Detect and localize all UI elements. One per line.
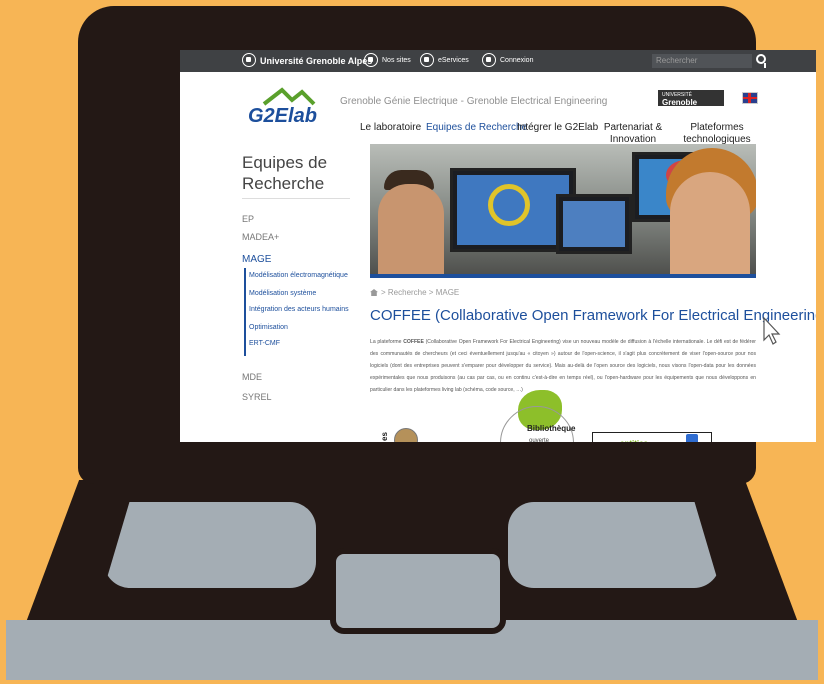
- diagram-center-label: Bibliothèque: [527, 424, 576, 433]
- mouse-cursor-icon: [763, 316, 781, 345]
- breadcrumb: > Recherche > MAGE: [370, 288, 459, 297]
- nav-laboratoire[interactable]: Le laboratoire: [360, 122, 421, 134]
- sidebar-sub-humains[interactable]: Intégration des acteurs humains: [249, 306, 349, 313]
- top-bar: Université Grenoble Alpes Nos sites eSer…: [180, 50, 816, 72]
- english-flag-icon[interactable]: [742, 92, 758, 104]
- nav-integrer[interactable]: Intégrer le G2Elab: [517, 122, 598, 134]
- laptop-touchpad: [330, 548, 506, 634]
- laptop-in-photo: [556, 194, 632, 254]
- sidebar-item-syrel[interactable]: SYREL: [242, 392, 272, 402]
- page-body-text: La plateforme COFFEE (Collaborative Open…: [370, 336, 756, 396]
- home-icon[interactable]: [370, 289, 378, 296]
- laptop-key-left: [104, 502, 316, 588]
- sidebar-sub-systeme[interactable]: Modélisation système: [249, 290, 316, 297]
- browser-screen: Université Grenoble Alpes Nos sites eSer…: [180, 50, 816, 442]
- diagram-right-icon: [686, 434, 698, 442]
- university-link[interactable]: Université Grenoble Alpes: [260, 50, 372, 72]
- breadcrumb-text[interactable]: > Recherche > MAGE: [381, 288, 459, 297]
- person-left: [378, 184, 444, 278]
- search-input[interactable]: Rechercher: [652, 54, 752, 68]
- sidebar-item-mage[interactable]: MAGE: [242, 254, 271, 265]
- sidebar-divider: [242, 198, 350, 199]
- search-icon[interactable]: [756, 54, 766, 68]
- sidebar-title: Equipes de Recherche: [242, 153, 328, 193]
- diagram-right-label: entities: [620, 439, 648, 442]
- body-bold: COFFEE: [403, 339, 424, 345]
- sidebar-active-indicator: [244, 268, 246, 356]
- sidebar-item-madea[interactable]: MADEA+: [242, 232, 279, 242]
- laptop-lid: Université Grenoble Alpes Nos sites eSer…: [78, 6, 816, 484]
- services-icon[interactable]: [420, 53, 434, 67]
- logo-text: G2Elab: [248, 105, 317, 127]
- services-menu[interactable]: eServices: [438, 50, 469, 72]
- sidebar-item-mde[interactable]: MDE: [242, 372, 262, 382]
- body-pre: La plateforme: [370, 339, 404, 345]
- diagram-left-label: es: [379, 432, 389, 441]
- body-post: (Collaborative Open Framework For Electr…: [370, 339, 756, 393]
- login-link[interactable]: Connexion: [500, 50, 533, 72]
- uga-logo[interactable]: UNIVERSITÉ Grenoble Alpes: [658, 90, 724, 115]
- hero-underline: [370, 274, 756, 278]
- uga-home-icon[interactable]: [242, 53, 256, 67]
- sidebar-item-ep[interactable]: EP: [242, 214, 254, 224]
- uga-logo-name: Grenoble Alpes: [662, 98, 698, 115]
- person-right: [670, 172, 750, 278]
- sidebar-sub-optimisation[interactable]: Optimisation: [249, 324, 288, 331]
- lock-icon[interactable]: [482, 53, 496, 67]
- sidebar-sub-ert-cmf[interactable]: ERT-CMF: [249, 340, 280, 347]
- page-title: COFFEE (Collaborative Open Framework For…: [370, 307, 816, 324]
- nav-plateformes[interactable]: Plateformes technologiques: [672, 122, 762, 146]
- diagram-left-icon: [394, 428, 418, 442]
- diagram-center-sublabel: ouverte: [529, 438, 550, 442]
- sites-icon[interactable]: [364, 53, 378, 67]
- nav-partenariat[interactable]: Partenariat & Innovation: [600, 122, 666, 146]
- motor-model: [488, 184, 530, 226]
- hero-photo: [370, 144, 756, 278]
- nav-equipes[interactable]: Equipes de Recherche: [426, 122, 527, 134]
- site-tagline: Grenoble Génie Electrique - Grenoble Ele…: [340, 96, 608, 107]
- laptop-key-right: [508, 502, 720, 588]
- sites-menu[interactable]: Nos sites: [382, 50, 411, 72]
- sidebar-sub-electromagnetique[interactable]: Modélisation électromagnétique: [249, 272, 348, 279]
- g2elab-logo[interactable]: G2Elab: [242, 86, 322, 130]
